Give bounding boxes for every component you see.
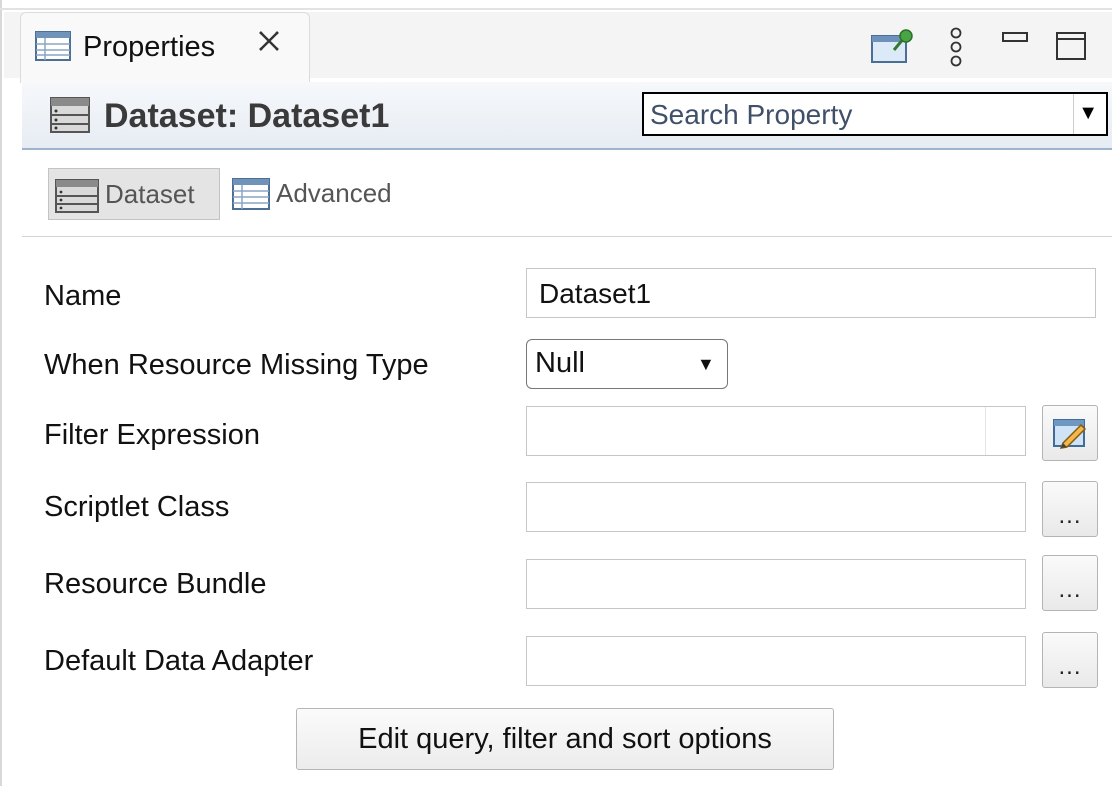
name-input[interactable] — [537, 277, 1081, 311]
pin-editor-icon[interactable] — [870, 28, 914, 71]
filter-expression-field[interactable] — [526, 406, 1026, 456]
edit-query-button[interactable]: Edit query, filter and sort options — [296, 708, 834, 770]
search-divider — [1073, 94, 1074, 134]
when-resource-missing-select[interactable]: Null ▼ — [526, 339, 728, 389]
expression-editor-icon — [1053, 417, 1087, 454]
scriptlet-class-browse-button[interactable]: ... — [1042, 481, 1098, 537]
scriptlet-class-input[interactable] — [537, 491, 1011, 525]
view-menu-icon[interactable] — [948, 26, 964, 75]
properties-view-tab[interactable]: Properties — [20, 12, 310, 83]
close-icon[interactable] — [257, 29, 281, 58]
header-divider — [22, 148, 1112, 150]
browse-label: ... — [1058, 576, 1082, 603]
resource-bundle-label: Resource Bundle — [44, 568, 267, 600]
tab-dataset-label: Dataset — [105, 179, 195, 209]
resource-bundle-field[interactable] — [526, 559, 1026, 609]
panel-left-border — [0, 0, 2, 786]
chevron-down-icon: ▼ — [697, 354, 715, 374]
tab-dataset[interactable]: Dataset — [48, 168, 220, 220]
view-tab-bar: Properties — [4, 12, 1112, 83]
scriptlet-class-field[interactable] — [526, 482, 1026, 532]
default-data-adapter-field[interactable] — [526, 636, 1026, 686]
default-data-adapter-input[interactable] — [537, 645, 1011, 679]
browse-label: ... — [1058, 502, 1082, 529]
edit-expression-button[interactable] — [1042, 405, 1098, 461]
dataset-icon — [50, 97, 90, 138]
properties-header: Dataset: Dataset1 ▼ — [22, 82, 1112, 150]
resource-bundle-input[interactable] — [537, 568, 1011, 602]
minimize-icon[interactable] — [1002, 32, 1028, 51]
scriptlet-class-label: Scriptlet Class — [44, 491, 230, 523]
when-resource-missing-label: When Resource Missing Type — [44, 349, 429, 381]
panel-top-border — [0, 8, 1112, 10]
default-data-adapter-label: Default Data Adapter — [44, 645, 314, 677]
page-title: Dataset: Dataset1 — [104, 97, 390, 135]
search-property-combo[interactable]: ▼ — [642, 92, 1108, 136]
tab-advanced-label: Advanced — [276, 178, 392, 208]
when-resource-missing-value: Null — [535, 347, 585, 379]
default-data-adapter-browse-button[interactable]: ... — [1042, 632, 1098, 688]
table-icon — [232, 178, 270, 217]
filter-expression-input[interactable] — [537, 415, 981, 449]
browse-label: ... — [1058, 653, 1082, 680]
search-input[interactable] — [648, 98, 1072, 132]
chevron-down-icon[interactable]: ▼ — [1078, 102, 1098, 125]
tab-advanced[interactable]: Advanced — [228, 168, 428, 220]
name-field[interactable] — [526, 268, 1096, 318]
maximize-icon[interactable] — [1056, 32, 1086, 67]
properties-tab-label: Properties — [83, 31, 216, 63]
section-divider — [22, 236, 1112, 237]
filter-field-divider — [985, 407, 986, 455]
dataset-icon — [55, 179, 99, 220]
resource-bundle-browse-button[interactable]: ... — [1042, 555, 1098, 611]
name-label: Name — [44, 280, 122, 312]
properties-table-icon — [35, 31, 71, 66]
filter-expression-label: Filter Expression — [44, 419, 260, 451]
